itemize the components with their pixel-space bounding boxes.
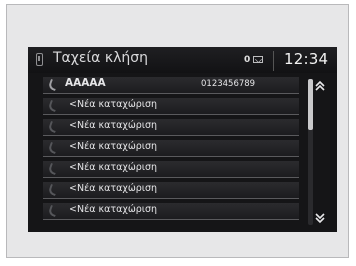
entry-name: AAAAA xyxy=(65,77,106,89)
phone-handset-icon xyxy=(47,183,59,197)
phone-handset-icon xyxy=(47,120,59,134)
phone-handset-icon xyxy=(47,78,59,92)
entry-name: <Νέα καταχώριση xyxy=(69,204,158,215)
list-item[interactable]: <Νέα καταχώριση xyxy=(43,98,299,115)
header-divider xyxy=(273,51,274,71)
list-item[interactable]: <Νέα καταχώριση xyxy=(43,182,299,199)
phone-handset-icon xyxy=(47,141,59,155)
header-bar: Ταχεία κλήση 0 12:34 xyxy=(28,47,337,73)
list-item[interactable]: <Νέα καταχώριση xyxy=(43,161,299,178)
chevron-down-icon[interactable] xyxy=(314,212,326,224)
entry-name: <Νέα καταχώριση xyxy=(69,183,158,194)
entry-name: <Νέα καταχώριση xyxy=(69,141,158,152)
list-item[interactable]: <Νέα καταχώριση xyxy=(43,140,299,157)
message-count: 0 xyxy=(244,55,251,65)
entry-name: <Νέα καταχώριση xyxy=(69,162,158,173)
chevron-up-icon[interactable] xyxy=(314,80,326,92)
phone-handset-icon xyxy=(47,204,59,218)
list-item[interactable]: <Νέα καταχώριση xyxy=(43,203,299,220)
entry-name: <Νέα καταχώριση xyxy=(69,120,158,131)
phone-icon xyxy=(36,53,43,66)
entry-number: 0123456789 xyxy=(201,79,256,89)
entry-name: <Νέα καταχώριση xyxy=(69,99,158,110)
list-item[interactable]: AAAAA 0123456789 xyxy=(43,77,299,94)
clock: 12:34 xyxy=(284,50,329,68)
message-icon xyxy=(253,56,263,63)
speed-dial-list: AAAAA 0123456789 <Νέα καταχώριση <Νέα κα… xyxy=(43,77,299,229)
page-title: Ταχεία κλήση xyxy=(53,50,149,66)
scrollbar-thumb[interactable] xyxy=(308,79,313,131)
scrollbar[interactable] xyxy=(308,79,313,225)
phone-handset-icon xyxy=(47,162,59,176)
audio-screen: Ταχεία κλήση 0 12:34 AAAAA 0123456789 <Ν… xyxy=(28,47,337,232)
list-item[interactable]: <Νέα καταχώριση xyxy=(43,119,299,136)
phone-handset-icon xyxy=(47,99,59,113)
